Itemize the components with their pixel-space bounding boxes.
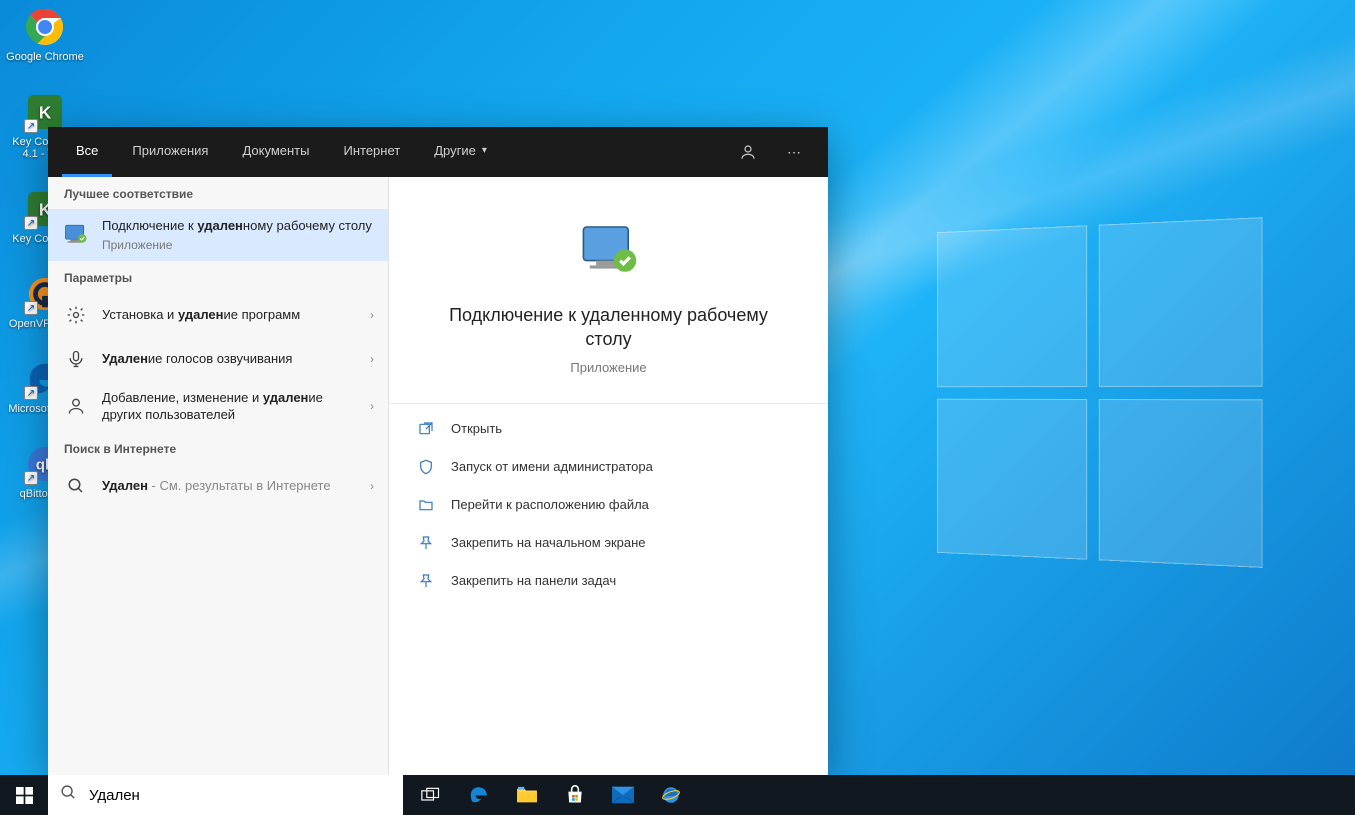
microphone-icon: [62, 345, 90, 373]
section-header-web: Поиск в Интернете: [48, 432, 388, 464]
action-run-admin[interactable]: Запуск от имени администратора: [389, 448, 828, 486]
section-header-best-match: Лучшее соответствие: [48, 177, 388, 209]
chrome-icon: [24, 6, 66, 48]
result-settings-users[interactable]: Добавление, изменение и удаление других …: [48, 381, 388, 432]
feedback-button[interactable]: [728, 132, 768, 172]
chevron-right-icon: ›: [370, 479, 374, 493]
remote-desktop-icon: [575, 217, 643, 285]
result-settings-programs[interactable]: Установка и удаление программ ›: [48, 293, 388, 337]
shortcut-arrow-icon: ↗: [24, 386, 38, 400]
action-label: Перейти к расположению файла: [451, 497, 649, 512]
action-label: Запуск от имени администратора: [451, 459, 653, 474]
action-pin-start[interactable]: Закрепить на начальном экране: [389, 524, 828, 562]
shortcut-arrow-icon: ↗: [24, 301, 38, 315]
chevron-right-icon: ›: [370, 308, 374, 322]
taskbar-store[interactable]: [551, 775, 599, 815]
search-tabs-header: Все Приложения Документы Интернет Другие…: [48, 127, 828, 177]
shortcut-arrow-icon: ↗: [24, 119, 38, 133]
desktop-icon-label: Google Chrome: [6, 51, 84, 63]
result-remote-desktop[interactable]: Подключение к удаленному рабочему столу …: [48, 209, 388, 261]
windows-logo-wallpaper: [937, 217, 1263, 568]
folder-icon: [417, 496, 435, 514]
action-label: Закрепить на панели задач: [451, 573, 616, 588]
user-icon: [62, 392, 90, 420]
detail-actions: Открыть Запуск от имени администратора П…: [389, 403, 828, 600]
action-pin-taskbar[interactable]: Закрепить на панели задач: [389, 562, 828, 600]
start-search-panel: Все Приложения Документы Интернет Другие…: [48, 127, 828, 775]
tab-internet[interactable]: Интернет: [329, 127, 414, 177]
pin-icon: [417, 534, 435, 552]
result-title: Удаление голосов озвучивания: [102, 350, 358, 368]
taskbar-search-box[interactable]: [48, 775, 403, 815]
action-label: Открыть: [451, 421, 502, 436]
desktop-icon-chrome[interactable]: Google Chrome: [6, 6, 84, 63]
result-title: Добавление, изменение и удаление других …: [102, 389, 358, 424]
result-settings-voices[interactable]: Удаление голосов озвучивания ›: [48, 337, 388, 381]
search-input[interactable]: [89, 787, 391, 804]
svg-text:K: K: [39, 104, 52, 123]
tab-more[interactable]: Другие▾: [420, 127, 501, 177]
taskbar-edge[interactable]: [455, 775, 503, 815]
remote-desktop-icon: [62, 221, 90, 249]
result-title: Установка и удаление программ: [102, 306, 358, 324]
taskbar-ie[interactable]: [647, 775, 695, 815]
search-detail-pane: Подключение к удаленному рабочему столу …: [388, 177, 828, 775]
detail-title: Подключение к удаленному рабочему столу: [389, 303, 828, 352]
result-web-search[interactable]: Удален - См. результаты в Интернете ›: [48, 464, 388, 508]
action-open[interactable]: Открыть: [389, 410, 828, 448]
search-icon: [62, 472, 90, 500]
result-title: Удален - См. результаты в Интернете: [102, 477, 358, 495]
chevron-down-icon: ▾: [482, 145, 487, 156]
open-icon: [417, 420, 435, 438]
taskbar-file-explorer[interactable]: [503, 775, 551, 815]
task-view-button[interactable]: [407, 775, 455, 815]
action-file-location[interactable]: Перейти к расположению файла: [389, 486, 828, 524]
gear-icon: [62, 301, 90, 329]
section-header-settings: Параметры: [48, 261, 388, 293]
pin-icon: [417, 572, 435, 590]
tab-apps[interactable]: Приложения: [118, 127, 222, 177]
shield-icon: [417, 458, 435, 476]
result-title: Подключение к удаленному рабочему столу: [102, 217, 374, 235]
search-results-list: Лучшее соответствие Подключение к удален…: [48, 177, 388, 775]
search-icon: [60, 784, 77, 806]
tab-all[interactable]: Все: [62, 127, 112, 177]
more-options-button[interactable]: ⋯: [774, 132, 814, 172]
result-type: Приложение: [102, 237, 374, 253]
chevron-right-icon: ›: [370, 399, 374, 413]
shortcut-arrow-icon: ↗: [24, 216, 38, 230]
action-label: Закрепить на начальном экране: [451, 535, 646, 550]
tab-documents[interactable]: Документы: [228, 127, 323, 177]
taskbar-mail[interactable]: [599, 775, 647, 815]
shortcut-arrow-icon: ↗: [24, 471, 38, 485]
chevron-right-icon: ›: [370, 352, 374, 366]
detail-subtitle: Приложение: [570, 360, 646, 375]
start-button[interactable]: [0, 775, 48, 815]
taskbar: [0, 775, 1355, 815]
